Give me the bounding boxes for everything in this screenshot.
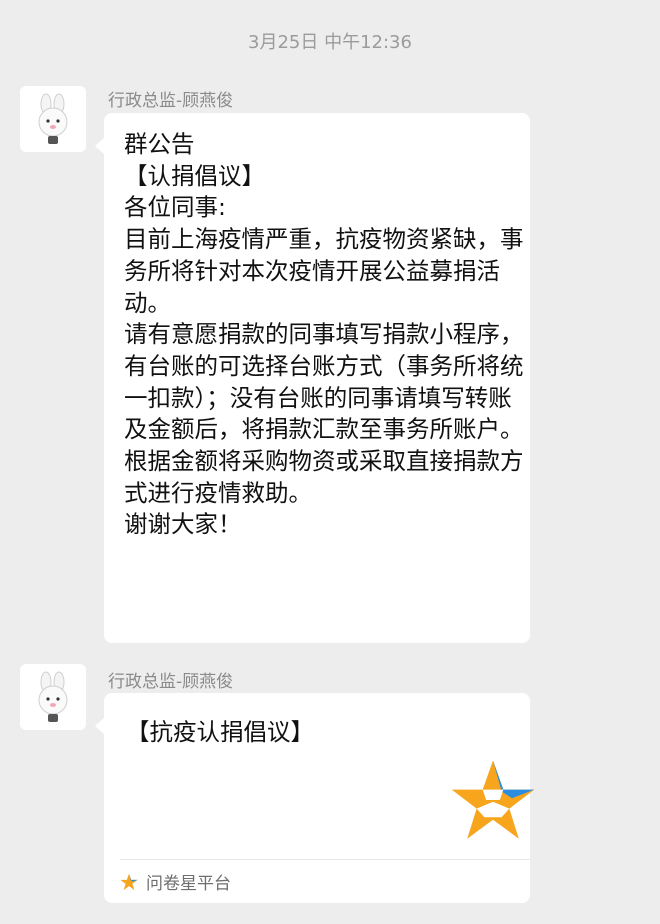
small-star-icon <box>120 873 138 890</box>
sender-avatar[interactable] <box>20 664 86 730</box>
announcement-paragraph: 根据金额将采购物资或采取直接捐款方式进行疫情救助。 <box>124 447 524 507</box>
announcement-heading: 群公告 <box>124 130 195 158</box>
announcement-greeting: 各位同事: <box>124 193 226 222</box>
cartoon-bunny-avatar-icon <box>38 671 68 722</box>
bubble-tail <box>95 137 105 155</box>
announcement-message-bubble[interactable]: 群公告 【认捐倡议】 各位同事: 目前上海疫情严重，抗疫物资紧缺，事务所将针对本… <box>95 113 530 643</box>
mini-program-card[interactable]: 【抗疫认捐倡议】 问卷星平台 <box>95 693 535 903</box>
announcement-paragraph: 目前上海疫情严重，抗疫物资紧缺，事务所将针对本次疫情开展公益募捐活动。 <box>124 225 524 317</box>
chat-timestamp: 3月25日 中午12:36 <box>248 32 412 53</box>
wenjuanxing-star-logo-icon <box>451 760 535 839</box>
sender-name: 行政总监-顾燕俊 <box>108 91 234 111</box>
card-source[interactable]: 问卷星平台 <box>120 869 231 894</box>
sender-name: 行政总监-顾燕俊 <box>108 672 234 692</box>
announcement-paragraph: 请有意愿捐款的同事填写捐款小程序，有台账的可选择台账方式（事务所将统一扣款）；没… <box>124 320 524 444</box>
announcement-closing: 谢谢大家！ <box>124 510 242 539</box>
card-source-label: 问卷星平台 <box>146 874 231 894</box>
cartoon-bunny-avatar-icon <box>38 93 68 144</box>
sender-avatar[interactable] <box>20 86 86 152</box>
announcement-text: 群公告 【认捐倡议】 各位同事: 目前上海疫情严重，抗疫物资紧缺，事务所将针对本… <box>124 129 524 541</box>
card-title: 【抗疫认捐倡议】 <box>126 718 314 746</box>
announcement-title: 【认捐倡议】 <box>124 161 265 190</box>
card-divider <box>120 859 530 860</box>
bubble-tail <box>95 717 105 735</box>
